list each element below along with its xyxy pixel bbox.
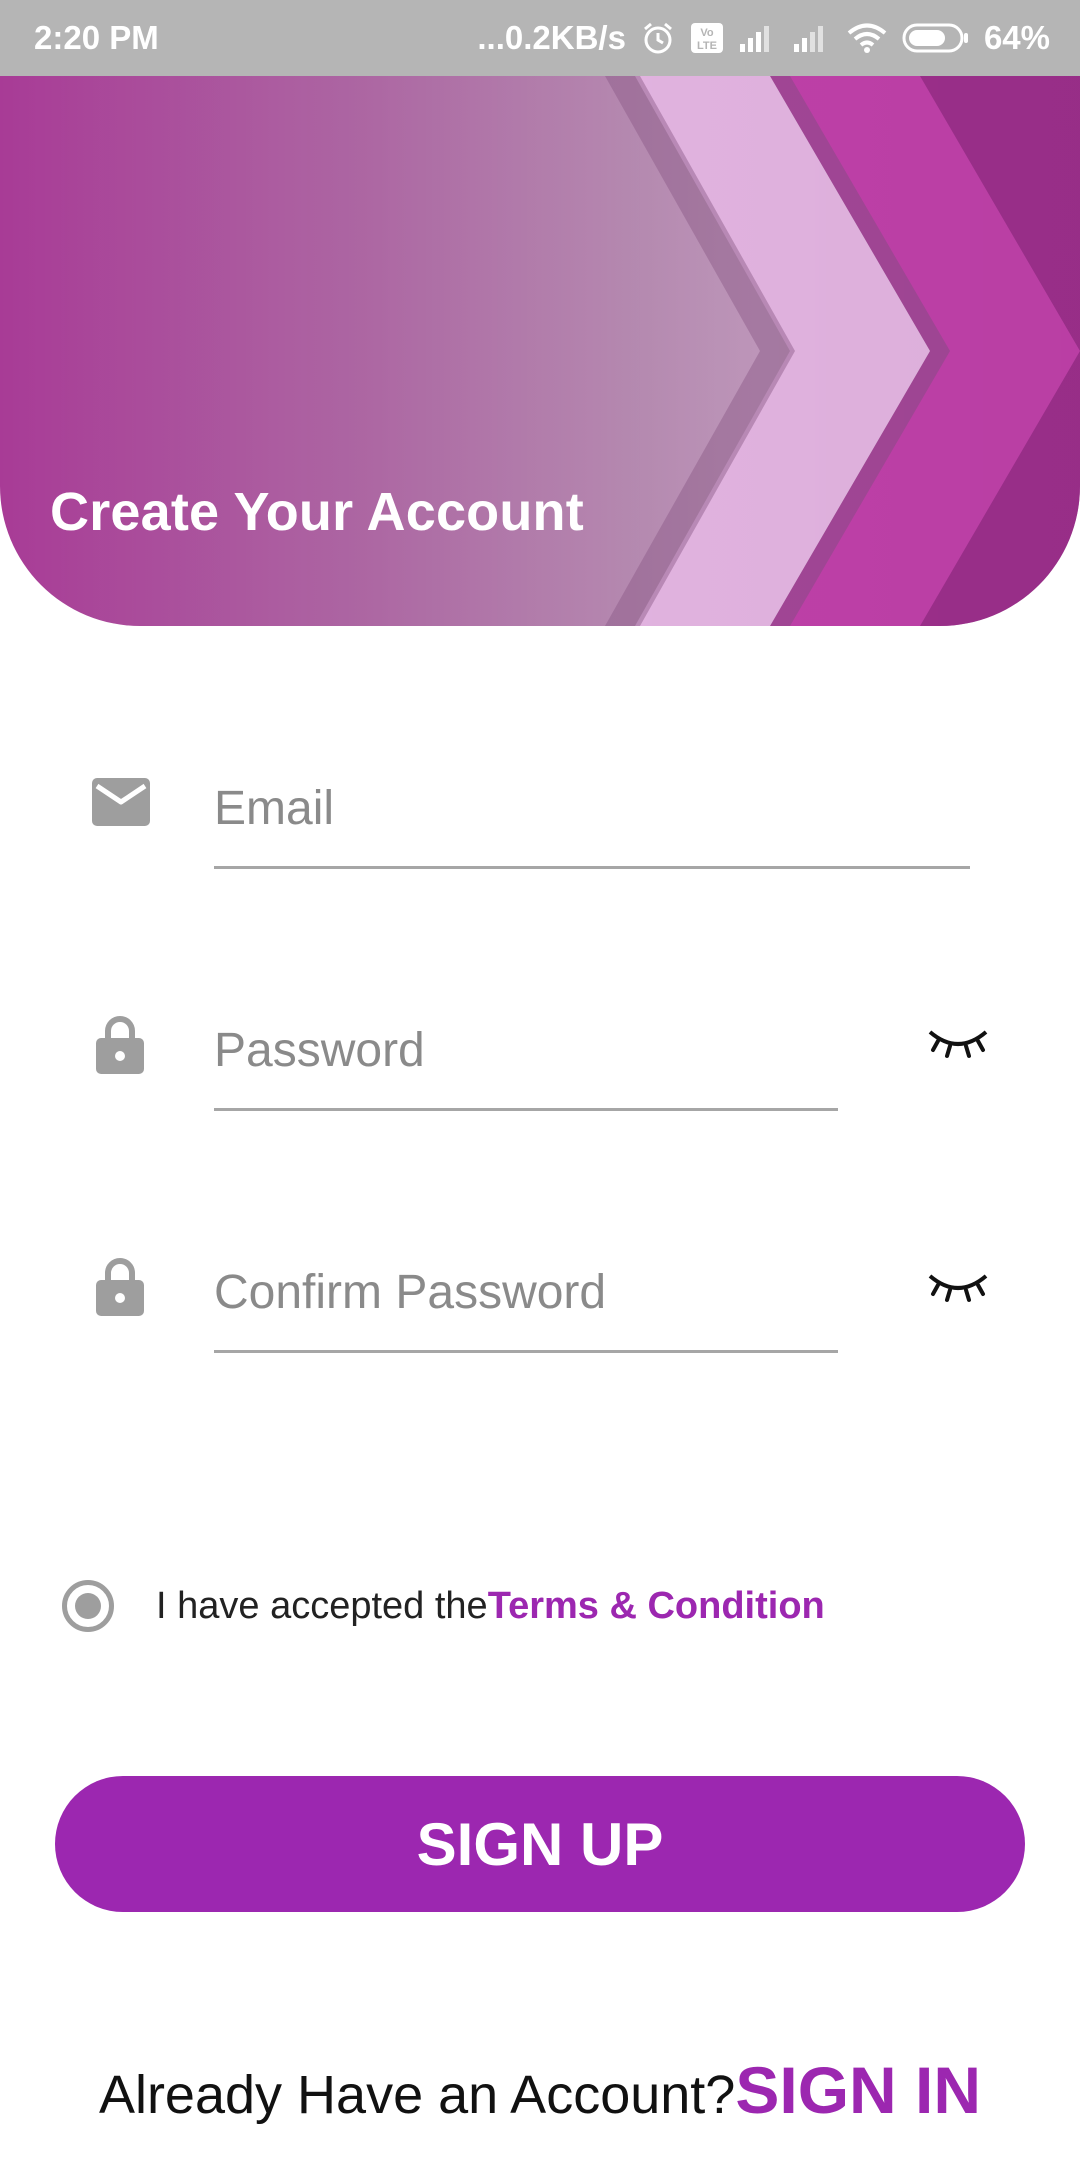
status-bar: 2:20 PM ...0.2KB/s Vo LTE 64% (0, 0, 1080, 76)
confirm-password-underline (214, 1350, 838, 1353)
terms-row: I have accepted the Terms & Condition (62, 1580, 825, 1632)
alarm-icon (643, 22, 672, 54)
terms-radio-dot (75, 1593, 101, 1619)
status-icons: ...0.2KB/s Vo LTE 64% (477, 19, 1050, 57)
password-underline (214, 1108, 838, 1111)
terms-link[interactable]: Terms & Condition (488, 1585, 825, 1628)
eye-closed-icon[interactable] (926, 1270, 990, 1306)
battery-level: 64% (983, 19, 1050, 56)
svg-text:Vo: Vo (700, 27, 714, 39)
lock-icon (96, 1016, 144, 1074)
status-time: 2:20 PM (34, 19, 159, 56)
battery-icon (902, 23, 968, 53)
terms-text: I have accepted the (156, 1584, 488, 1627)
confirm-password-field-group (0, 1244, 1080, 1364)
volte-icon: Vo LTE (690, 23, 723, 53)
sign-in-link[interactable]: SIGN IN (735, 2052, 981, 2128)
sign-up-button[interactable]: SIGN UP (55, 1776, 1025, 1912)
lock-icon (96, 1258, 144, 1316)
svg-text:LTE: LTE (697, 40, 717, 52)
page-title: Create Your Account (50, 482, 584, 542)
network-speed: ...0.2KB/s (477, 19, 626, 56)
email-input[interactable] (214, 768, 969, 848)
email-underline (214, 866, 970, 869)
confirm-password-input[interactable] (214, 1252, 834, 1332)
terms-radio[interactable] (62, 1580, 114, 1632)
password-input[interactable] (214, 1010, 834, 1090)
mail-icon (92, 778, 150, 826)
wifi-icon (847, 23, 887, 53)
sign-in-row: Already Have an Account? SIGN IN (0, 2052, 1080, 2128)
signal-icon (793, 26, 823, 52)
eye-closed-icon[interactable] (926, 1026, 990, 1062)
email-field-group (0, 760, 1080, 880)
header-chevron-art (0, 76, 1080, 626)
password-field-group (0, 1002, 1080, 1122)
signal-icon (739, 26, 769, 52)
header-banner: Create Your Account (0, 76, 1080, 626)
sign-in-prompt: Already Have an Account? (98, 2065, 736, 2125)
